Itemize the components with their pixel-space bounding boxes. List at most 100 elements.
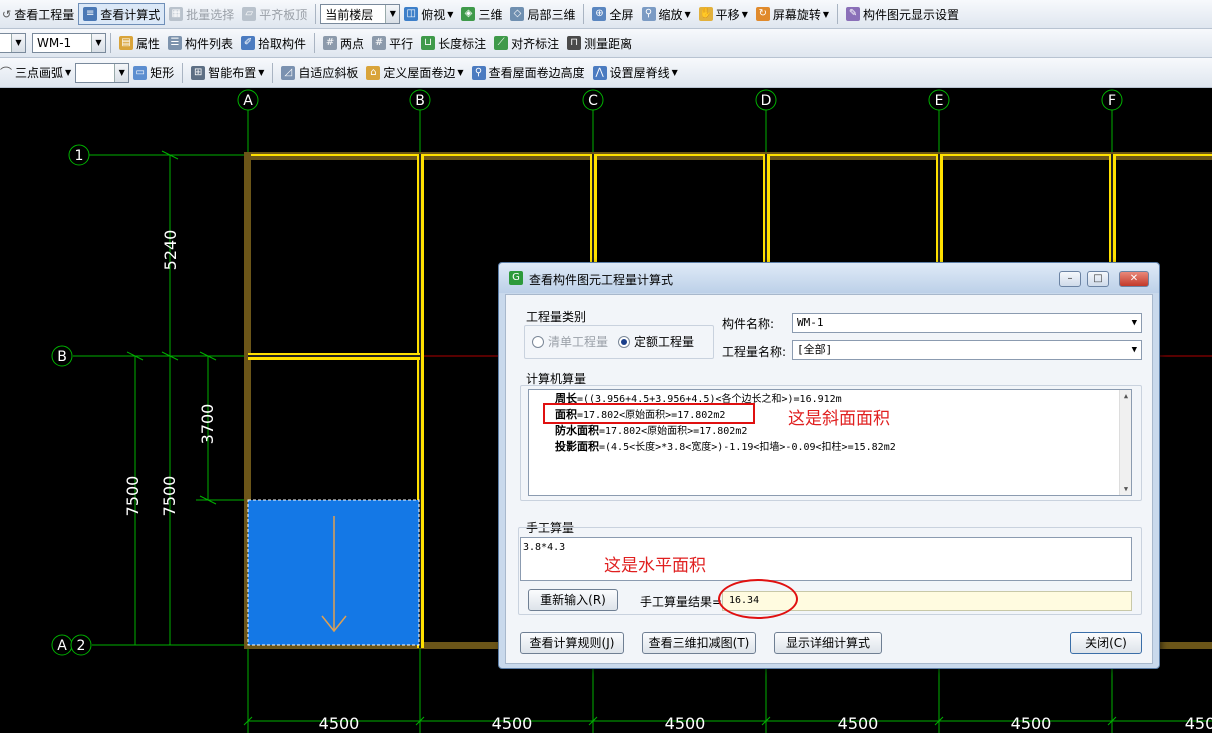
measure-distance-button[interactable]: ⊓ 测量距离 (563, 32, 636, 54)
parallel-button[interactable]: # 平行 (368, 32, 417, 54)
length-dim-button[interactable]: ⊔ 长度标注 (417, 32, 490, 54)
minimize-button[interactable]: – (1059, 271, 1081, 287)
draw-toolbar: ⌒ 三点画弧 ▼ ▼ ▭ 矩形 ⊞ 智能布置 ▼ ◿ 自适应斜板 ⌂ 定义屋面卷… (0, 58, 1212, 88)
floor-select[interactable]: 当前楼层 ▼ (320, 4, 401, 24)
properties-button[interactable]: ▤ 属性 (115, 32, 164, 54)
dim-bottom-3: 4500 (665, 714, 706, 733)
component-list-label: 构件列表 (185, 36, 234, 51)
local-3d-label: 局部三维 (527, 7, 576, 22)
align-dim-icon: ⟋ (494, 36, 509, 50)
chevron-down-icon: ▼ (671, 68, 678, 77)
display-settings-button[interactable]: ✎ 构件图元显示设置 (842, 3, 963, 25)
undo-icon: ↺ (2, 7, 12, 21)
highlight-ellipse (718, 579, 798, 619)
reinput-button[interactable]: 重新输入(R) (528, 589, 618, 611)
separator (837, 4, 839, 24)
view-formula-button[interactable]: ≡ 查看计算式 (78, 3, 166, 25)
local-3d-button[interactable]: ◇ 局部三维 (506, 3, 579, 25)
full-screen-button[interactable]: ⊕ 全屏 (588, 3, 637, 25)
close-button[interactable]: 关闭(C) (1070, 632, 1142, 654)
screen-rotate-button[interactable]: ↻ 屏幕旋转 ▼ (752, 3, 833, 25)
auto-slope-button[interactable]: ◿ 自适应斜板 (277, 62, 362, 84)
set-ridge-button[interactable]: ⋀ 设置屋脊线 ▼ (589, 62, 682, 84)
view-quantity-button[interactable]: ↺ 查看工程量 (0, 3, 78, 25)
axis-label-row-a: A (57, 638, 67, 654)
dim-5240: 5240 (161, 230, 180, 271)
chevron-down-icon: ▼ (457, 68, 464, 77)
two-points-label: 两点 (340, 36, 365, 51)
close-window-button[interactable]: ✕ (1119, 271, 1149, 287)
zoom-button[interactable]: ⚲ 缩放 ▼ (638, 3, 695, 25)
top-view-label: 俯视 (421, 7, 446, 22)
top-view-button[interactable]: ◫ 俯视 ▼ (400, 3, 457, 25)
radio-quota-quantity[interactable]: 定额工程量 (618, 333, 694, 350)
show-detail-button[interactable]: 显示详细计算式 (774, 632, 882, 654)
rectangle-button[interactable]: ▭ 矩形 (129, 62, 178, 84)
dim-bottom-2: 4500 (492, 714, 533, 733)
define-edge-label: 定义屋面卷边 (383, 66, 456, 80)
arc-mode-button[interactable]: ⌒ 三点画弧 ▼ (0, 62, 75, 84)
dim-bottom-5: 4500 (1011, 714, 1052, 733)
wall-top-edge (244, 154, 1212, 156)
calc-expr: =(4.5<长度>*3.8<宽度>)-1.19<扣墙>-0.09<扣柱>=15.… (599, 442, 896, 453)
pan-button[interactable]: ✋ 平移 ▼ (695, 3, 752, 25)
length-dim-label: 长度标注 (438, 36, 487, 51)
view-3d-deduction-button[interactable]: 查看三维扣减图(T) (642, 632, 756, 654)
layer-select[interactable]: ▼ (0, 33, 26, 53)
view-edge-height-button[interactable]: ⚲ 查看屋面卷边高度 (468, 62, 589, 84)
separator (315, 4, 317, 24)
chevron-down-icon: ▼ (1131, 318, 1137, 328)
display-settings-label: 构件图元显示设置 (863, 7, 960, 22)
dim-bottom-4: 4500 (838, 714, 879, 733)
smart-layout-icon: ⊞ (191, 65, 206, 80)
flush-slab-button[interactable]: ▱ 平齐板顶 (238, 3, 311, 25)
smart-layout-button[interactable]: ⊞ 智能布置 ▼ (187, 62, 268, 84)
component-toolbar: ▼ WM-1 ▼ ▤ 属性 ☰ 构件列表 ✐ 拾取构件 # 两点 # 平行 ⊔ … (0, 29, 1212, 58)
dim-bottom-6: 450 (1185, 714, 1212, 733)
dialog-title: 查看构件图元工程量计算式 (529, 273, 674, 287)
component-name-value: WM-1 (797, 316, 824, 329)
batch-select-icon: ▦ (169, 7, 184, 21)
maximize-button[interactable]: □ (1087, 271, 1109, 287)
radio-bill-label: 清单工程量 (548, 335, 609, 349)
two-points-button[interactable]: # 两点 (319, 32, 368, 54)
define-edge-button[interactable]: ⌂ 定义屋面卷边 ▼ (362, 62, 467, 84)
view-rules-button[interactable]: 查看计算规则(J) (520, 632, 624, 654)
flush-slab-icon: ▱ (242, 7, 257, 21)
arc-icon: ⌒ (0, 66, 13, 80)
rectangle-icon: ▭ (133, 65, 148, 80)
qty-name-select[interactable]: [全部] ▼ (792, 340, 1142, 360)
calc-name: 防水面积 (555, 424, 599, 437)
edge-icon: ⌂ (366, 65, 381, 80)
measure-distance-label: 测量距离 (584, 36, 633, 51)
formula-icon: ≡ (83, 7, 98, 21)
settings-icon: ✎ (846, 7, 861, 21)
dialog-titlebar[interactable]: G 查看构件图元工程量计算式 – □ ✕ (499, 263, 1159, 293)
calc-expr: =17.802<原始面积>=17.802m2 (599, 426, 748, 437)
wall-row-b-core (248, 355, 420, 357)
three-d-button[interactable]: ◈ 三维 (457, 3, 506, 25)
chevron-down-icon: ▼ (11, 34, 25, 52)
scroll-up-icon[interactable]: ▲ (1120, 390, 1132, 402)
calc-line-waterproof: 防水面积=17.802<原始面积>=17.802m2 (555, 423, 747, 440)
axis-label-row-1: 1 (75, 148, 84, 164)
arc-param-select[interactable]: ▼ (75, 62, 130, 83)
vertical-scrollbar[interactable]: ▲ ▼ (1119, 390, 1131, 495)
dim-7500-inner: 7500 (160, 476, 179, 517)
screen-rotate-label: 屏幕旋转 (772, 7, 821, 22)
chevron-down-icon: ▼ (822, 9, 830, 19)
calc-line-projection: 投影面积=(4.5<长度>*3.8<宽度>)-1.19<扣墙>-0.09<扣柱>… (555, 439, 896, 456)
radio-bill-quantity[interactable]: 清单工程量 (532, 333, 608, 350)
scroll-down-icon[interactable]: ▼ (1120, 483, 1132, 495)
batch-select-label: 批量选择 (186, 7, 235, 22)
component-select[interactable]: WM-1 ▼ (32, 33, 106, 53)
component-name-select[interactable]: WM-1 ▼ (792, 313, 1142, 333)
quantity-formula-dialog: G 查看构件图元工程量计算式 – □ ✕ 工程量类别 清单工程量 定额工程量 构… (498, 262, 1160, 669)
pick-component-button[interactable]: ✐ 拾取构件 (237, 32, 310, 54)
component-list-button[interactable]: ☰ 构件列表 (164, 32, 237, 54)
set-ridge-label: 设置屋脊线 (609, 66, 670, 80)
axis-label-row-b: B (57, 349, 67, 365)
align-dim-button[interactable]: ⟋ 对齐标注 (490, 32, 563, 54)
batch-select-button[interactable]: ▦ 批量选择 (165, 3, 238, 25)
radio-dot (618, 335, 630, 348)
